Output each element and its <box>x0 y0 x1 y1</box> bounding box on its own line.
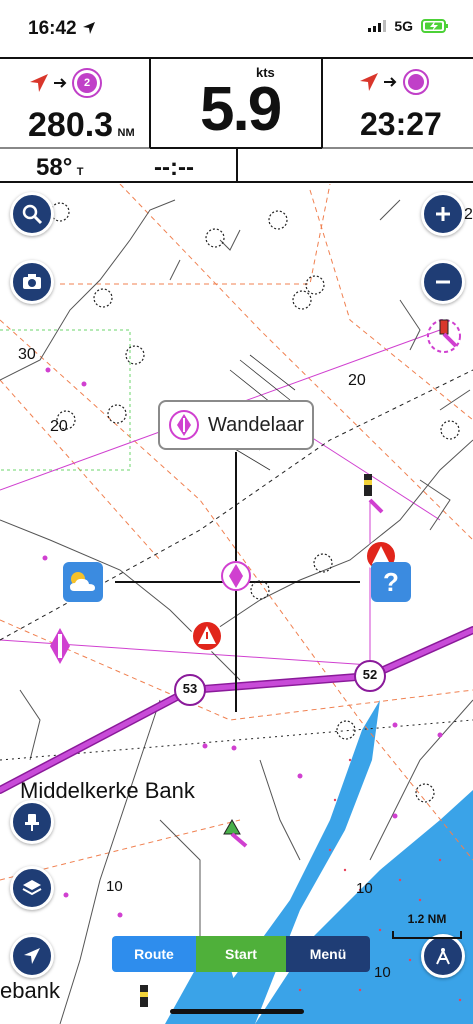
zoom-in-button[interactable] <box>421 192 465 236</box>
scale-line <box>392 931 462 939</box>
location-button[interactable] <box>10 934 54 978</box>
zoom-out-button[interactable] <box>421 260 465 304</box>
selected-object-label: Wandelaar <box>208 413 304 436</box>
speed-value: 5.9 <box>200 75 282 144</box>
status-right: 5G <box>368 18 449 34</box>
depth-label: 20 <box>50 418 68 435</box>
route-button[interactable]: Route <box>112 936 196 972</box>
depth-label: 10 <box>374 964 391 981</box>
status-time: 16:42 <box>28 18 96 40</box>
search-icon <box>22 204 43 225</box>
heading-readout: 58° T <box>36 154 83 182</box>
heading-unit: T <box>76 166 84 178</box>
depth-label: 10 <box>106 878 123 895</box>
home-indicator[interactable] <box>170 1009 304 1014</box>
chart-map[interactable] <box>0 184 473 1024</box>
layers-icon <box>22 880 42 896</box>
lighthouse-icon[interactable] <box>140 985 148 1007</box>
speed-readout: 5.9 <box>200 74 282 145</box>
arrow-right-icon <box>54 78 67 88</box>
location-arrow-icon <box>82 22 95 34</box>
navigation-arrow-icon <box>24 948 40 964</box>
destination-icon <box>403 69 429 95</box>
signal-icon <box>368 20 387 32</box>
distance-header: 2 <box>28 68 102 98</box>
battery-charging-icon <box>421 19 448 33</box>
question-icon: ? <box>383 566 399 597</box>
boat-arrow-icon <box>30 74 48 92</box>
eta-header <box>358 68 430 96</box>
selected-position-icon[interactable] <box>221 561 251 591</box>
search-button[interactable] <box>10 192 54 236</box>
scale-bar: 1.2 NM <box>392 912 462 944</box>
route-point-label: 53 <box>182 681 198 696</box>
distance-readout: 280.3 NM <box>28 106 135 145</box>
network-label: 5G <box>394 18 413 34</box>
place-name: Middelkerke Bank <box>20 778 195 803</box>
weather-cloud-icon <box>70 572 95 591</box>
eta-readout: 23:27 <box>360 106 442 142</box>
waypoint-badge: 2 <box>72 68 102 98</box>
bottom-toolbar: Route Start Menü <box>112 936 370 972</box>
selected-object-popup[interactable]: Wandelaar <box>158 400 314 450</box>
lighthouse-icon[interactable] <box>364 474 384 514</box>
weather-button[interactable] <box>63 562 103 602</box>
start-button[interactable]: Start <box>196 936 286 972</box>
depth-label: 2 <box>464 206 473 223</box>
compass-divider-icon <box>436 948 450 965</box>
instrument-panel: 2 280.3 NM kts 5.9 23:27 58° T --:-- <box>0 56 473 184</box>
status-bar: 16:42 5G <box>0 0 473 56</box>
heading-value: 58° <box>36 154 73 181</box>
magenta-lines <box>0 329 441 670</box>
camera-button[interactable] <box>10 260 54 304</box>
red-buoy-icon[interactable] <box>427 319 461 353</box>
hazard-warning-icon[interactable] <box>191 620 223 652</box>
menu-button[interactable]: Menü <box>286 936 370 972</box>
distance-value: 280.3 <box>28 106 114 144</box>
time-readout: --:-- <box>154 154 194 181</box>
depth-label: 30 <box>18 346 36 363</box>
info-button[interactable]: ? <box>371 562 411 602</box>
plus-icon <box>436 207 450 221</box>
layers-button[interactable] <box>10 866 54 910</box>
mark-symbol-icon <box>169 410 199 440</box>
depth-label: 20 <box>348 372 366 389</box>
arrow-right-icon <box>384 77 397 87</box>
marker-pin[interactable] <box>50 628 70 664</box>
scale-unit: NM <box>427 912 447 926</box>
depth-label: 10 <box>356 880 373 897</box>
obstruction-symbols <box>50 202 460 803</box>
route-point-label: 52 <box>362 667 378 682</box>
scale-value: 1.2 <box>407 912 425 926</box>
place-name: ebank <box>0 978 60 1003</box>
minus-icon <box>436 280 450 284</box>
pushpin-icon <box>25 814 39 831</box>
green-buoy-icon[interactable] <box>223 818 248 848</box>
pin-button[interactable] <box>10 800 54 844</box>
boat-arrow-icon <box>360 73 378 91</box>
distance-unit: NM <box>117 127 135 139</box>
camera-icon <box>23 274 41 289</box>
